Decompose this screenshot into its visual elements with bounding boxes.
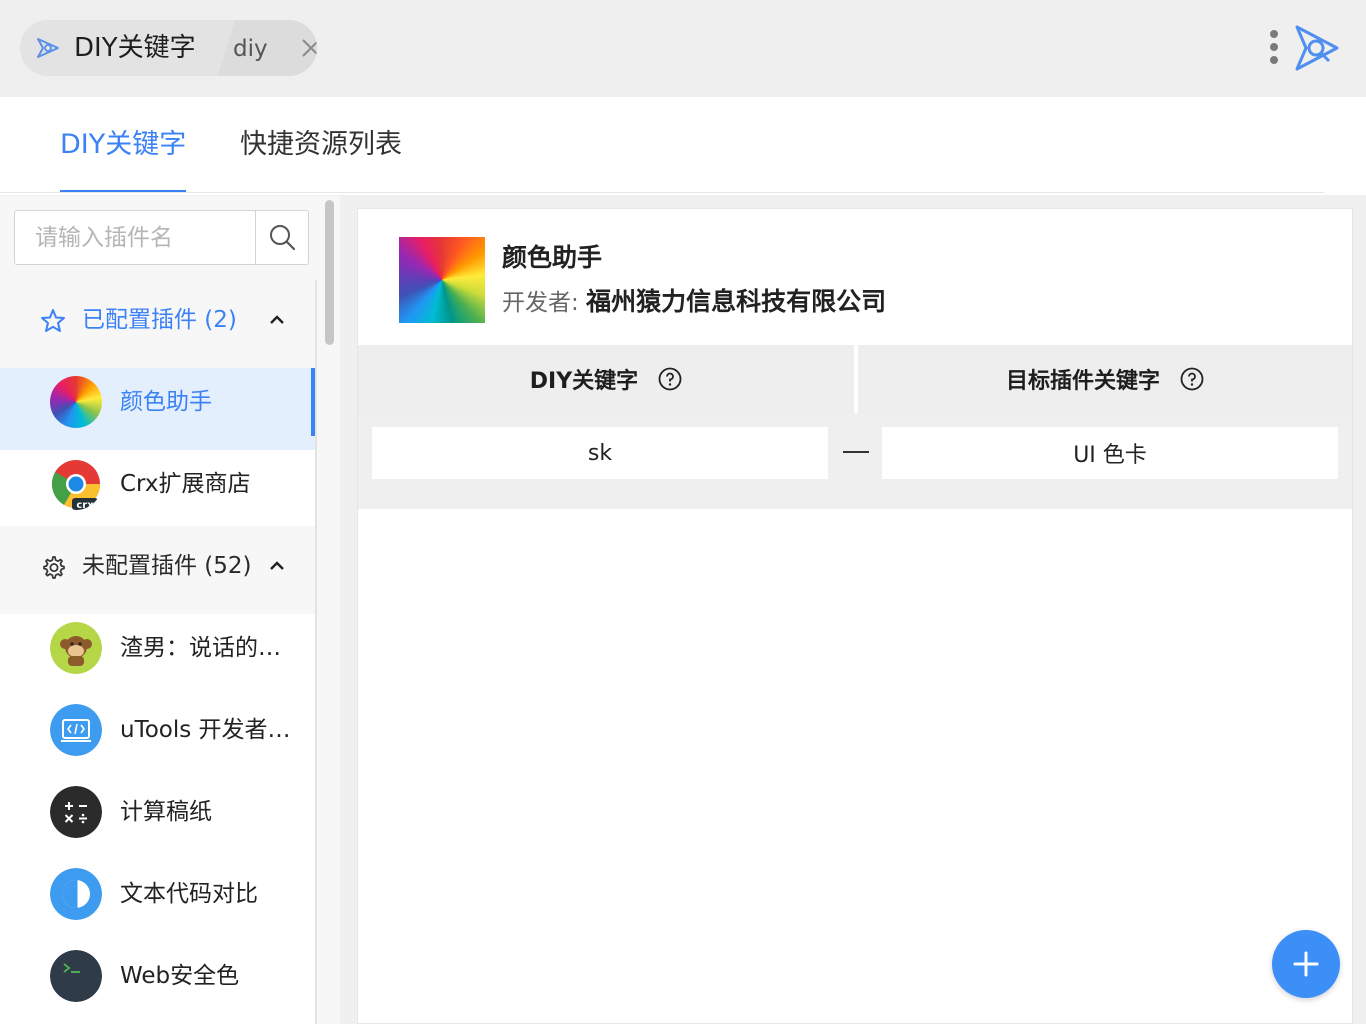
column-header-label: 目标插件关键字	[1005, 369, 1160, 394]
sidebar-border	[315, 280, 317, 1024]
terminal-icon	[50, 950, 102, 1002]
sidebar-item-text-diff[interactable]: 文本代码对比	[0, 860, 315, 942]
detail-panel: 颜色助手 开发者: 福州猿力信息科技有限公司 DIY关键字 目标插件关键字 sk…	[341, 196, 1366, 1024]
plugin-name: Web安全色	[120, 963, 240, 989]
search-icon	[270, 225, 296, 251]
configured-plugins-header[interactable]: 已配置插件 (2)	[0, 280, 315, 362]
target-keyword-field[interactable]: UI 色卡	[882, 427, 1338, 479]
sidebar-scrollbar[interactable]	[323, 200, 335, 1024]
plugin-name: 颜色助手	[120, 389, 212, 415]
column-header-diy-keyword: DIY关键字	[358, 345, 854, 413]
plugin-name: 计算稿纸	[120, 799, 212, 825]
title-bar: DIY关键字 diy	[0, 0, 1366, 97]
code-window-icon	[50, 704, 102, 756]
close-icon[interactable]	[299, 36, 317, 60]
calculator-icon	[50, 786, 102, 838]
search-input[interactable]	[15, 211, 255, 264]
scrollbar-thumb[interactable]	[325, 200, 334, 345]
sidebar-item-scumbag-talk[interactable]: 渣男：说话的艺术	[0, 614, 315, 696]
sidebar-item-crx-store[interactable]: crx Crx扩展商店	[0, 450, 315, 532]
plus-icon	[1293, 951, 1319, 977]
table-row: sk UI 色卡	[358, 413, 1352, 509]
plugin-name: 文本代码对比	[120, 881, 258, 907]
plugin-search	[14, 210, 309, 265]
help-circle-icon[interactable]	[1180, 367, 1204, 391]
diy-keyword-field[interactable]: sk	[372, 427, 828, 479]
plugin-name: 渣男：说话的艺术	[120, 635, 298, 661]
plugin-sidebar: 已配置插件 (2) 颜色助手 crx Crx扩展商店 未配置插件 (52)	[0, 196, 340, 1024]
tab-bar: DIY关键字 快捷资源列表	[0, 97, 1366, 195]
help-circle-icon[interactable]	[658, 367, 682, 391]
sidebar-item-calc-paper[interactable]: 计算稿纸	[0, 778, 315, 860]
plugin-title: 颜色助手	[502, 243, 603, 272]
diff-icon	[50, 868, 102, 920]
tab-diy-keyword[interactable]: DIY关键字	[60, 127, 186, 163]
more-vertical-icon[interactable]	[1262, 26, 1286, 68]
sidebar-item-web-safe-color[interactable]: Web安全色	[0, 942, 315, 1024]
color-wheel-icon	[50, 376, 102, 428]
color-wheel-icon	[399, 237, 485, 323]
chevron-up-icon[interactable]	[266, 310, 288, 330]
unconfigured-plugins-header[interactable]: 未配置插件 (52)	[0, 526, 315, 608]
column-header-target-keyword: 目标插件关键字	[858, 345, 1352, 413]
gear-icon	[43, 556, 65, 579]
tab-quick-resources[interactable]: 快捷资源列表	[240, 127, 402, 163]
keyword-table-header: DIY关键字 目标插件关键字	[358, 345, 1352, 413]
utools-small-logo-icon	[37, 38, 59, 58]
mapping-dash	[843, 451, 869, 453]
pill-subtitle[interactable]: diy	[233, 34, 268, 64]
plugin-name: Crx扩展商店	[120, 471, 251, 497]
pill-title: DIY关键字	[74, 33, 196, 63]
tab-divider	[0, 192, 1324, 193]
plugin-pill: DIY关键字 diy	[20, 20, 317, 76]
utools-logo-icon[interactable]	[1294, 24, 1340, 72]
plugin-name: uTools 开发者工具	[120, 717, 298, 743]
chevron-up-icon[interactable]	[266, 556, 288, 576]
svg-text:crx: crx	[76, 500, 94, 510]
sidebar-item-color-helper[interactable]: 颜色助手	[0, 368, 315, 450]
search-button[interactable]	[255, 211, 308, 264]
monkey-icon	[50, 622, 102, 674]
developer-line: 开发者: 福州猿力信息科技有限公司	[502, 285, 886, 320]
developer-name: 福州猿力信息科技有限公司	[586, 287, 887, 316]
chrome-crx-icon: crx	[51, 460, 100, 510]
configured-plugins-label: 已配置插件 (2)	[82, 307, 237, 333]
star-icon	[41, 309, 65, 332]
column-header-label: DIY关键字	[529, 369, 639, 394]
add-keyword-button[interactable]	[1272, 930, 1340, 998]
plugin-detail-card: 颜色助手 开发者: 福州猿力信息科技有限公司 DIY关键字 目标插件关键字 sk…	[357, 208, 1353, 1024]
sidebar-item-utools-devtools[interactable]: uTools 开发者工具	[0, 696, 315, 778]
unconfigured-plugins-label: 未配置插件 (52)	[82, 553, 252, 579]
developer-prefix: 开发者:	[502, 290, 579, 316]
